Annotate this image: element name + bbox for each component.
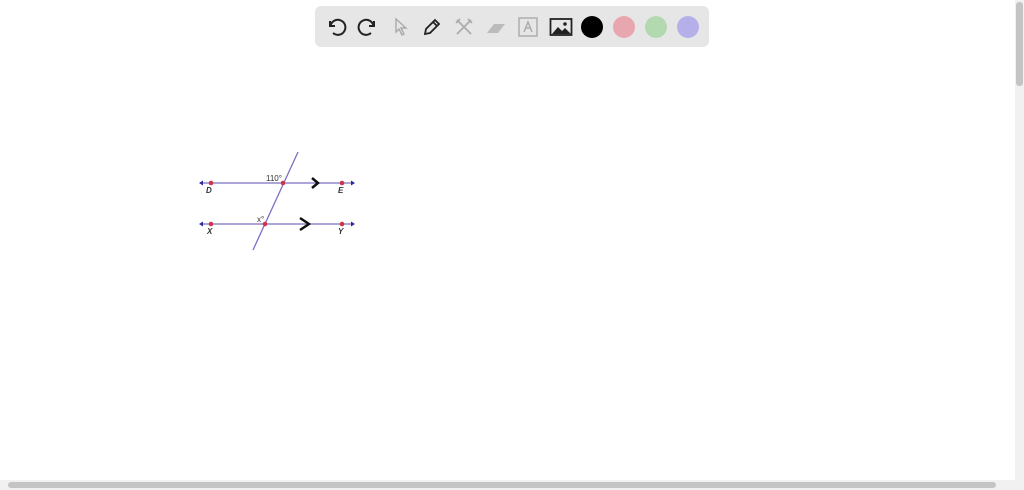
label-e: E (338, 186, 344, 195)
point-d (208, 180, 214, 186)
vertical-scrollbar[interactable] (1015, 0, 1024, 480)
angle-label-x: x° (257, 215, 264, 224)
label-x: X (206, 227, 213, 236)
point-y (339, 221, 345, 227)
label-d: D (206, 186, 212, 195)
point-x (208, 221, 214, 227)
vertical-scroll-thumb[interactable] (1016, 2, 1023, 86)
horizontal-scroll-thumb[interactable] (8, 482, 996, 488)
transversal-line (252, 151, 299, 251)
point-e (339, 180, 345, 186)
label-y: Y (338, 227, 344, 236)
horizontal-scrollbar[interactable] (0, 480, 1024, 490)
parallel-lines-diagram: 110° x° D E X Y (199, 151, 355, 251)
drawing-canvas[interactable]: 110° x° D E X Y (0, 0, 1015, 480)
line-arrowheads (199, 180, 355, 227)
angle-label-110: 110° (266, 174, 282, 183)
